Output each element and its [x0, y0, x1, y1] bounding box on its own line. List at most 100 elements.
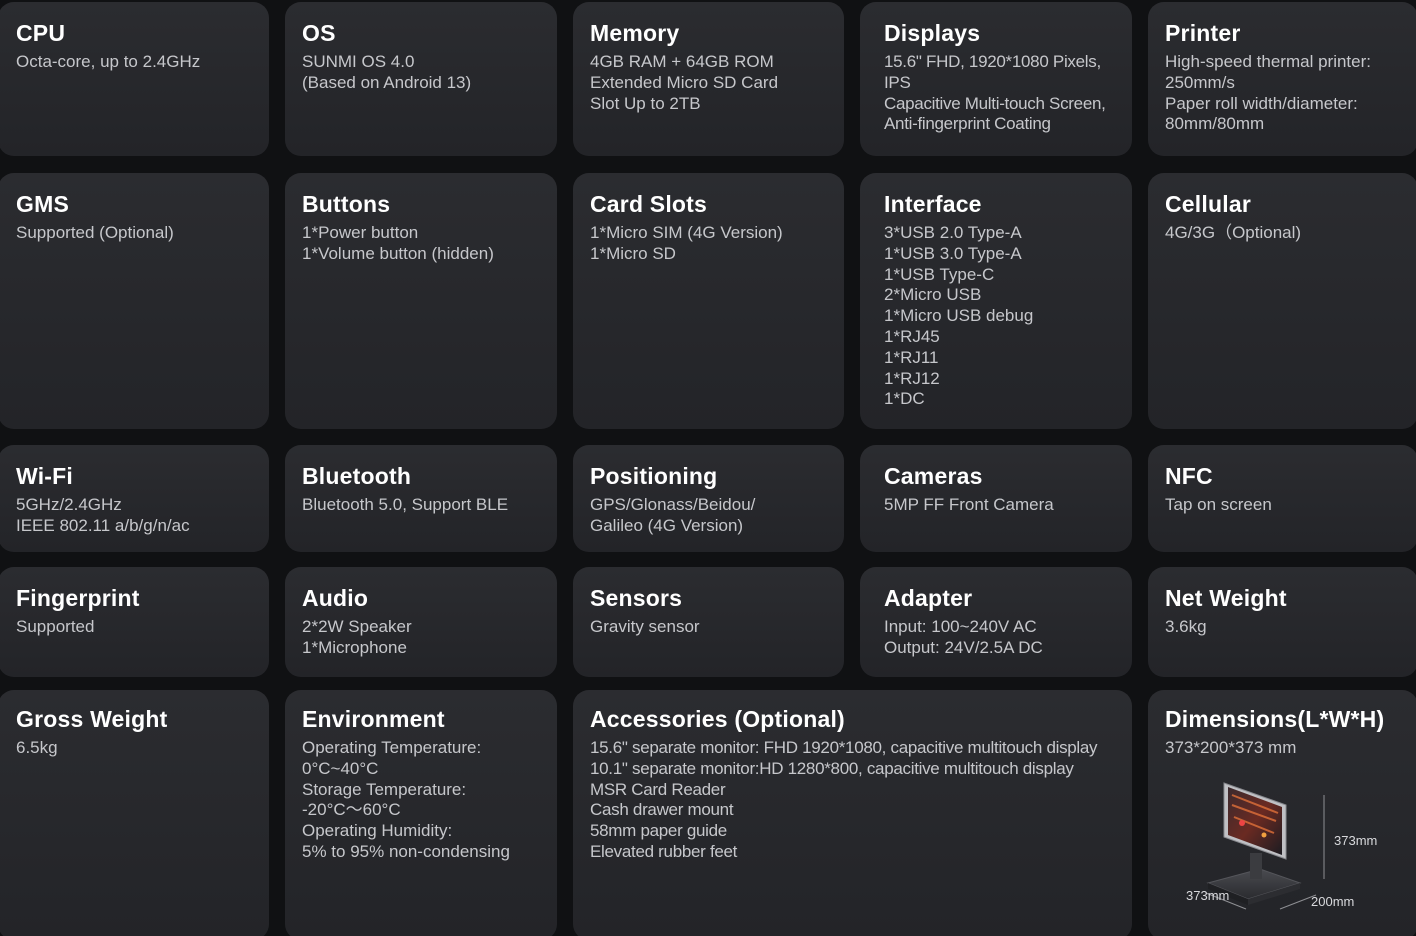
spec-card-title: Dimensions(L*W*H)	[1165, 706, 1385, 732]
spec-value-line: 1*RJ12	[884, 368, 940, 388]
spec-card-values: Supported (Optional)	[16, 223, 261, 244]
spec-card-buttons: Buttons 1*Power button 1*Volume button (hi…	[285, 173, 557, 429]
spec-card-title: Printer	[1165, 20, 1241, 46]
spec-card-title: Memory	[590, 20, 680, 46]
spec-value-line: Octa-core, up to 2.4GHz	[16, 52, 201, 71]
spec-card-nfc: NFC Tap on screen	[1148, 445, 1416, 552]
spec-card-values: Input: 100~240V AC Output: 24V/2.5A DC	[884, 617, 1124, 659]
spec-value-line: MSR Card Reader	[590, 779, 726, 799]
spec-value-line: Output: 24V/2.5A DC	[884, 637, 1043, 657]
spec-card-values: Operating Temperature: 0°C~40°C Storage Te…	[302, 738, 549, 863]
spec-card-title: Buttons	[302, 191, 391, 217]
spec-value-line: 5% to 95% non-condensing	[302, 841, 510, 861]
spec-card-accessories-optional: Accessories (Optional) 15.6" separate mon…	[573, 690, 1132, 936]
spec-value-line: Anti-fingerprint Coating	[884, 114, 1051, 134]
spec-value-line: IPS	[884, 72, 911, 92]
spec-card-title: Bluetooth	[302, 463, 412, 489]
spec-card-values: 5MP FF Front Camera	[884, 495, 1124, 516]
spec-card-title: Fingerprint	[16, 585, 140, 611]
spec-value-line: 0°C~40°C	[302, 758, 379, 778]
spec-value-line: 15.6" separate monitor: FHD 1920*1080, c…	[590, 738, 1098, 757]
spec-value-line: 5GHz/2.4GHz	[16, 495, 122, 514]
spec-card-title: Cellular	[1165, 191, 1251, 217]
spec-value-line: 6.5kg	[16, 738, 58, 757]
width-dimension-label: 200mm	[1311, 894, 1355, 909]
spec-value-line: 58mm paper guide	[590, 821, 727, 841]
spec-value-line: Storage Temperature:	[302, 779, 467, 799]
spec-value-line: 250mm/s	[1165, 72, 1235, 92]
spec-card-gross-weight: Gross Weight 6.5kg	[0, 690, 269, 936]
spec-card-wi-fi: Wi-Fi 5GHz/2.4GHz IEEE 802.11 a/b/g/n/ac	[0, 445, 269, 552]
spec-card-gms: GMS Supported (Optional)	[0, 173, 269, 429]
spec-card-title: OS	[302, 20, 336, 46]
spec-value-line: High-speed thermal printer:	[1165, 52, 1371, 71]
spec-card-title: Displays	[884, 20, 981, 46]
spec-card-title: Wi-Fi	[16, 463, 73, 489]
spec-value-line: 10.1" separate monitor:HD 1280*800, capa…	[590, 758, 1074, 778]
spec-value-line: 1*Volume button (hidden)	[302, 243, 494, 263]
spec-card-title: Gross Weight	[16, 706, 168, 732]
spec-card-card-slots: Card Slots 1*Micro SIM (4G Version) 1*Micr…	[573, 173, 844, 429]
spec-card-values: Tap on screen	[1165, 495, 1410, 516]
spec-sheet: CPU Octa-core, up to 2.4GHz OS SUNMI OS 4.0…	[0, 0, 1416, 936]
spec-card-values: 15.6" FHD, 1920*1080 Pixels, IPS Capacitiv…	[884, 52, 1124, 135]
spec-card-title: Net Weight	[1165, 585, 1287, 611]
spec-value-line: 2*Micro USB	[884, 285, 982, 305]
spec-value-line: 80mm/80mm	[1165, 114, 1265, 134]
spec-card-values: 373*200*373 mm	[1165, 738, 1410, 759]
spec-card-title: Positioning	[590, 463, 718, 489]
spec-card-values: 3.6kg	[1165, 617, 1410, 638]
spec-value-line: 4GB RAM + 64GB ROM	[590, 52, 774, 71]
spec-card-values: 4GB RAM + 64GB ROM Extended Micro SD Card…	[590, 52, 836, 114]
spec-value-line: 1*RJ45	[884, 326, 940, 346]
spec-card-values: Bluetooth 5.0, Support BLE	[302, 495, 549, 516]
spec-value-line: -20°C～60°C	[302, 800, 401, 820]
length-dimension-label: 373mm	[1186, 888, 1230, 903]
spec-card-printer: Printer High-speed thermal printer: 250mm/…	[1148, 2, 1416, 156]
spec-value-line: Gravity sensor	[590, 617, 700, 636]
spec-card-memory: Memory 4GB RAM + 64GB ROM Extended Micro S…	[573, 2, 844, 156]
spec-value-line: 1*Micro USB debug	[884, 306, 1034, 326]
spec-value-line: 5MP FF Front Camera	[884, 495, 1054, 514]
spec-card-title: Audio	[302, 585, 369, 611]
spec-value-line: Galileo (4G Version)	[590, 515, 744, 535]
spec-card-title: Accessories (Optional)	[590, 706, 845, 732]
spec-value-line: 1*Microphone	[302, 637, 407, 657]
spec-value-line: 1*RJ11	[884, 347, 939, 367]
spec-value-line: Bluetooth 5.0, Support BLE	[302, 495, 509, 514]
spec-card-values: 15.6" separate monitor: FHD 1920*1080, c…	[590, 738, 1124, 863]
spec-card-title: Interface	[884, 191, 982, 217]
spec-card-values: 3*USB 2.0 Type-A 1*USB 3.0 Type-A 1*USB Ty…	[884, 223, 1124, 410]
spec-card-os: OS SUNMI OS 4.0 (Based on Android 13)	[285, 2, 557, 156]
spec-value-line: Operating Humidity:	[302, 821, 453, 841]
spec-card-values: 1*Power button 1*Volume button (hidden)	[302, 223, 549, 265]
spec-card-audio: Audio 2*2W Speaker 1*Microphone	[285, 567, 557, 677]
spec-card-title: Environment	[302, 706, 445, 732]
spec-card-title: Sensors	[590, 585, 683, 611]
spec-card-positioning: Positioning GPS/Glonass/Beidou/Galileo (4…	[573, 445, 844, 552]
spec-card-title: CPU	[16, 20, 66, 46]
spec-value-line: 1*USB Type-C	[884, 264, 995, 284]
spec-card-interface: Interface 3*USB 2.0 Type-A 1*USB 3.0 Type-…	[860, 173, 1132, 429]
spec-card-title: Adapter	[884, 585, 973, 611]
spec-card-values: 5GHz/2.4GHz IEEE 802.11 a/b/g/n/ac	[16, 495, 261, 537]
spec-value-line: 373*200*373 mm	[1165, 738, 1297, 757]
spec-value-line: 3.6kg	[1165, 617, 1207, 636]
spec-card-values: SUNMI OS 4.0 (Based on Android 13)	[302, 52, 549, 94]
spec-value-line: (Based on Android 13)	[302, 72, 472, 92]
spec-value-line: SUNMI OS 4.0	[302, 52, 415, 71]
spec-card-values: Supported	[16, 617, 261, 638]
spec-value-line: Capacitive Multi-touch Screen,	[884, 93, 1106, 113]
spec-value-line: Paper roll width/diameter:	[1165, 93, 1358, 113]
spec-card-values: 2*2W Speaker 1*Microphone	[302, 617, 549, 659]
spec-value-line: 1*USB 3.0 Type-A	[884, 243, 1022, 263]
spec-card-environment: Environment Operating Temperature: 0°C~40°…	[285, 690, 557, 936]
spec-card-fingerprint: Fingerprint Supported	[0, 567, 269, 677]
spec-card-displays: Displays 15.6" FHD, 1920*1080 Pixels, IPS C…	[860, 2, 1132, 156]
spec-value-line: 4G/3G（Optional)	[1165, 223, 1302, 242]
spec-value-line: 3*USB 2.0 Type-A	[884, 223, 1022, 242]
spec-value-line: 1*Micro SD	[590, 243, 676, 263]
spec-card-title: NFC	[1165, 463, 1213, 489]
spec-card-net-weight: Net Weight 3.6kg	[1148, 567, 1416, 677]
spec-value-line: 1*DC	[884, 389, 925, 409]
